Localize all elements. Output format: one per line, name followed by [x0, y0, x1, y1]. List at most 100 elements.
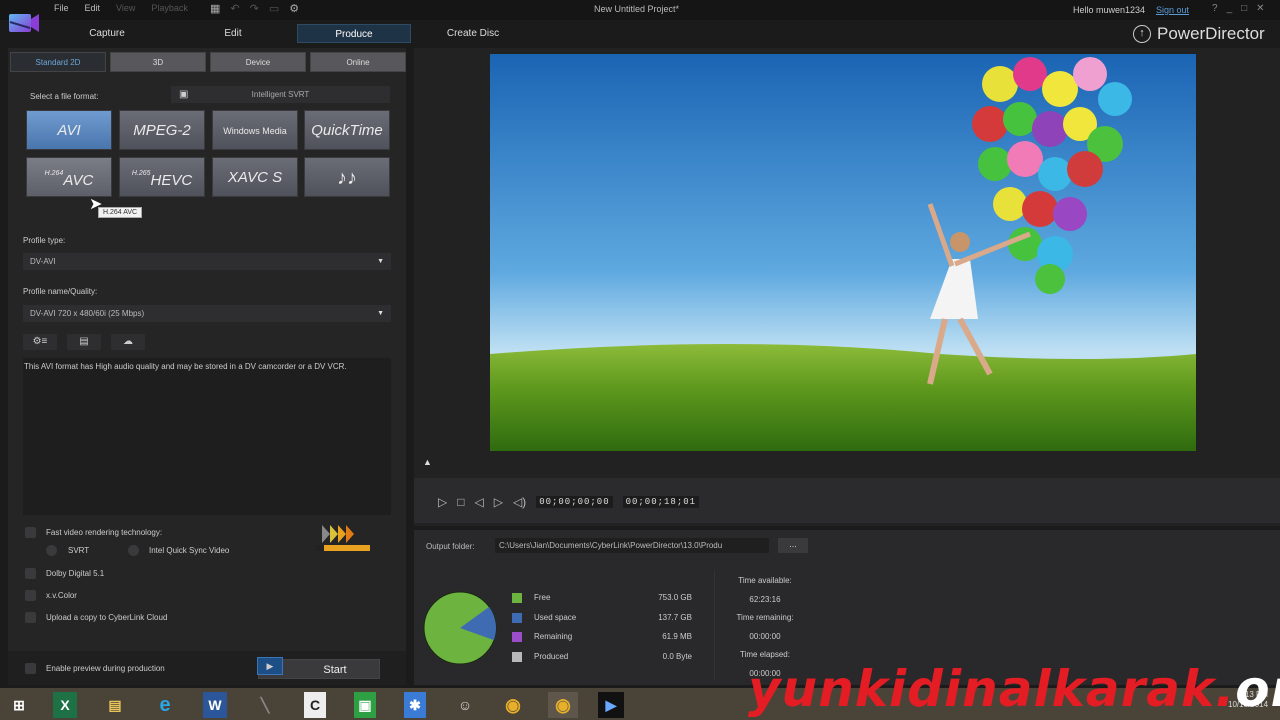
intel-quick-sync-radio[interactable]: [128, 545, 139, 556]
profile-type-value: DV-AVI: [30, 257, 56, 266]
profile-description: This AVI format has High audio quality a…: [23, 358, 391, 515]
output-folder-input[interactable]: C:\Users\Jian\Documents\CyberLink\PowerD…: [495, 538, 769, 553]
scrubber-knob-icon[interactable]: ▲: [423, 457, 432, 467]
tab-produce[interactable]: Produce: [297, 24, 411, 43]
profile-name-value: DV-AVI 720 x 480/60i (25 Mbps): [30, 309, 145, 318]
profile-name-dropdown[interactable]: DV-AVI 720 x 480/60i (25 Mbps) ▼: [23, 305, 391, 322]
internet-explorer-icon[interactable]: e: [150, 692, 180, 718]
tab-create-disc[interactable]: Create Disc: [426, 24, 520, 43]
menu-file[interactable]: File: [54, 3, 69, 13]
legend-name: Produced: [534, 651, 569, 661]
time-available-value: 62:23:16: [749, 594, 781, 604]
format-h265-hevc-button[interactable]: H.265HEVC: [119, 157, 205, 197]
legend-swatch: [512, 651, 522, 662]
word-icon[interactable]: W: [203, 692, 227, 718]
output-folder-label: Output folder:: [426, 542, 475, 551]
subtab-standard-2d[interactable]: Standard 2D: [10, 52, 106, 72]
tab-edit[interactable]: Edit: [186, 24, 280, 43]
format-avi-button[interactable]: AVI: [26, 110, 112, 150]
start-button[interactable]: ▶ Start: [257, 657, 380, 679]
powerdirector-taskbar-icon[interactable]: ▶: [598, 692, 624, 718]
intelligent-svrt-button[interactable]: ▣ Intelligent SVRT: [171, 86, 390, 103]
xvcolor-checkbox[interactable]: [25, 590, 36, 601]
dolby-checkbox[interactable]: [25, 568, 36, 579]
subtab-online[interactable]: Online: [310, 52, 406, 72]
display-icon[interactable]: ▭: [269, 2, 279, 15]
chrome-icon[interactable]: ◉: [498, 692, 528, 718]
windows-start-icon[interactable]: ⊞: [4, 692, 34, 718]
dolby-label: Dolby Digital 5.1: [46, 569, 105, 578]
time-remaining-label: Time remaining:: [736, 613, 794, 622]
preview-monitor-icon: ▶: [257, 657, 283, 675]
legend-value: 61.9 MB: [662, 632, 692, 641]
app-blue-icon[interactable]: ✱: [404, 692, 426, 718]
legend-item: Produced 0.0 Byte: [512, 650, 712, 664]
store-icon[interactable]: ▣: [354, 692, 376, 718]
play-icon[interactable]: ▷: [438, 495, 447, 509]
toolbar-icons: ▦ ↶ ↷ ▭ ⚙: [210, 2, 299, 15]
preview-scrubber[interactable]: ▲: [414, 456, 1280, 474]
profile-settings-icon[interactable]: ⚙≡: [23, 334, 57, 350]
subtab-3d[interactable]: 3D: [110, 52, 206, 72]
fast-render-checkbox[interactable]: [25, 527, 36, 538]
preview-image: [490, 54, 1196, 451]
produce-settings-panel: Standard 2D 3D Device Online Select a fi…: [8, 48, 406, 685]
profile-type-label: Profile type:: [23, 236, 66, 245]
previous-frame-icon[interactable]: ◁: [474, 495, 483, 509]
chrome-canary-icon[interactable]: ◉: [548, 692, 578, 718]
svrt-icon: ▣: [179, 89, 189, 100]
subtab-device[interactable]: Device: [210, 52, 306, 72]
help-button[interactable]: ?: [1212, 3, 1218, 14]
format-windows-media-button[interactable]: Windows Media: [212, 110, 298, 150]
enable-preview-checkbox[interactable]: [25, 663, 36, 674]
svrt-radio[interactable]: [46, 545, 57, 556]
minimize-button[interactable]: _: [1227, 3, 1233, 14]
format-h264-avc-button[interactable]: H.264AVC: [26, 157, 112, 197]
sign-out-link[interactable]: Sign out: [1156, 5, 1189, 15]
window-controls: ? _ □ ✕: [1212, 3, 1265, 14]
file-explorer-icon[interactable]: ▤: [100, 692, 130, 718]
select-format-label: Select a file format:: [30, 92, 99, 101]
cloud-upload-checkbox[interactable]: [25, 612, 36, 623]
production-bar: Enable preview during production ▶ Start: [8, 651, 406, 685]
undo-icon[interactable]: ↶: [230, 2, 239, 15]
legend-item: Remaining 61.9 MB: [512, 630, 712, 644]
velocity-logo-icon: [316, 525, 370, 551]
settings-gear-icon[interactable]: ⚙: [289, 2, 299, 15]
next-frame-icon[interactable]: ▷: [494, 495, 503, 509]
profile-cloud-icon[interactable]: ☁: [111, 334, 145, 350]
app-person-icon[interactable]: ☺: [450, 692, 480, 718]
menu-view[interactable]: View: [116, 3, 135, 13]
watermark-text: yunkidinalkarak.or: [748, 660, 1280, 718]
menu-edit[interactable]: Edit: [85, 3, 101, 13]
menu-bar: File Edit View Playback: [54, 3, 188, 13]
legend-name: Used space: [534, 612, 577, 622]
volume-icon[interactable]: ◁): [513, 495, 526, 509]
profile-buttons: ⚙≡ ▤ ☁: [23, 334, 145, 350]
profile-type-dropdown[interactable]: DV-AVI ▼: [23, 253, 391, 270]
tab-capture[interactable]: Capture: [60, 24, 154, 43]
format-audio-button[interactable]: ♪♪: [304, 157, 390, 197]
menu-playback[interactable]: Playback: [151, 3, 188, 13]
brand-name: PowerDirector: [1157, 24, 1265, 43]
format-xavc-s-button[interactable]: XAVC S: [212, 157, 298, 197]
format-mpeg2-button[interactable]: MPEG-2: [119, 110, 205, 150]
user-greeting: Hello muwen1234: [1073, 5, 1146, 15]
legend-item: Used space 137.7 GB: [512, 611, 712, 625]
restore-button[interactable]: □: [1241, 3, 1247, 14]
redo-icon[interactable]: ↷: [250, 2, 259, 15]
pen-tool-icon[interactable]: ╲: [250, 692, 280, 718]
format-quicktime-button[interactable]: QuickTime: [304, 110, 390, 150]
layout-icon[interactable]: ▦: [210, 2, 220, 15]
upload-arrow-icon[interactable]: ↑: [1133, 25, 1151, 43]
enable-preview-label: Enable preview during production: [46, 664, 165, 673]
close-button[interactable]: ✕: [1256, 3, 1264, 14]
excel-icon[interactable]: X: [53, 692, 77, 718]
stop-icon[interactable]: □: [457, 495, 464, 509]
chevron-down-icon: ▼: [377, 310, 384, 317]
profile-info-icon[interactable]: ▤: [67, 334, 101, 350]
watermark-white: or: [1235, 660, 1280, 718]
browse-folder-button[interactable]: ...: [778, 538, 808, 553]
camtasia-icon[interactable]: C: [304, 692, 326, 718]
legend-name: Free: [534, 593, 551, 602]
